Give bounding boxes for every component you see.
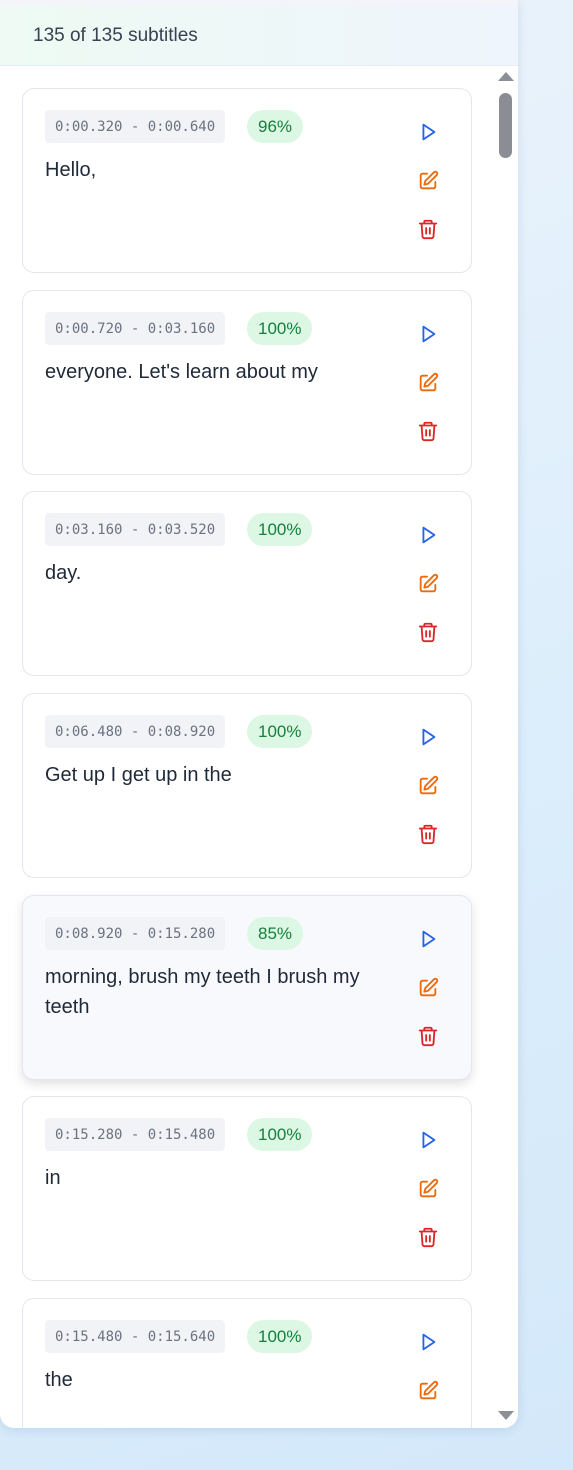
play-icon <box>422 728 436 746</box>
confidence-badge: 100% <box>247 1118 313 1151</box>
edit-button[interactable] <box>413 771 443 801</box>
play-icon <box>422 1131 436 1149</box>
play-icon <box>422 930 436 948</box>
trash-icon <box>418 824 438 845</box>
play-button[interactable] <box>413 1327 443 1357</box>
play-icon <box>422 325 436 343</box>
delete-button[interactable] <box>413 214 443 244</box>
edit-icon <box>419 372 439 392</box>
edit-button[interactable] <box>413 569 443 599</box>
timestamp-range: 0:00.720 - 0:03.160 <box>45 312 226 345</box>
subtitle-count-header: 135 of 135 subtitles <box>0 6 518 66</box>
subtitle-text: the <box>45 1369 73 1391</box>
play-button[interactable] <box>413 924 443 954</box>
subtitle-card[interactable]: 0:08.920 - 0:15.280 85% morning, brush m… <box>22 895 472 1080</box>
timestamp-range: 0:15.280 - 0:15.480 <box>45 1118 226 1151</box>
delete-button[interactable] <box>413 416 443 446</box>
scrollbar-thumb[interactable] <box>499 93 512 158</box>
subtitle-list[interactable]: 0:00.320 - 0:00.640 96% Hello, 0:00.720 … <box>0 67 496 1428</box>
edit-button[interactable] <box>413 973 443 1003</box>
edit-icon <box>419 170 439 190</box>
edit-button[interactable] <box>413 368 443 398</box>
vertical-scrollbar[interactable] <box>496 67 518 1428</box>
play-icon <box>422 526 436 544</box>
delete-button[interactable] <box>413 617 443 647</box>
subtitle-card[interactable]: 0:03.160 - 0:03.520 100% day. <box>22 491 472 676</box>
edit-icon <box>419 1380 439 1400</box>
scroll-down-arrow-icon[interactable] <box>498 1411 514 1420</box>
edit-button[interactable] <box>413 1174 443 1204</box>
trash-icon <box>418 1026 438 1047</box>
subtitle-text: Hello, <box>45 159 97 181</box>
edit-icon <box>419 977 439 997</box>
edit-icon <box>419 573 439 593</box>
play-button[interactable] <box>413 722 443 752</box>
confidence-badge: 85% <box>247 917 304 950</box>
trash-icon <box>418 1227 438 1248</box>
edit-icon <box>419 775 439 795</box>
confidence-badge: 96% <box>247 110 304 143</box>
subtitle-text: day. <box>45 562 82 584</box>
play-button[interactable] <box>413 520 443 550</box>
edit-button[interactable] <box>413 1376 443 1406</box>
confidence-badge: 100% <box>247 1320 313 1353</box>
play-button[interactable] <box>413 319 443 349</box>
delete-button[interactable] <box>413 819 443 849</box>
play-button[interactable] <box>413 1125 443 1155</box>
confidence-badge: 100% <box>247 513 313 546</box>
subtitle-text: Get up I get up in the <box>45 764 232 786</box>
play-icon <box>422 123 436 141</box>
edit-button[interactable] <box>413 166 443 196</box>
trash-icon <box>418 219 438 240</box>
subtitle-card[interactable]: 0:00.320 - 0:00.640 96% Hello, <box>22 88 472 273</box>
subtitle-card[interactable]: 0:06.480 - 0:08.920 100% Get up I get up… <box>22 693 472 878</box>
delete-button[interactable] <box>413 1222 443 1252</box>
play-button[interactable] <box>413 117 443 147</box>
scroll-up-arrow-icon[interactable] <box>498 72 514 81</box>
subtitle-card[interactable]: 0:15.480 - 0:15.640 100% the <box>22 1298 472 1428</box>
edit-icon <box>419 1178 439 1198</box>
trash-icon <box>418 622 438 643</box>
trash-icon <box>418 421 438 442</box>
subtitle-card[interactable]: 0:15.280 - 0:15.480 100% in <box>22 1096 472 1281</box>
delete-button[interactable] <box>413 1021 443 1051</box>
timestamp-range: 0:00.320 - 0:00.640 <box>45 110 226 143</box>
subtitle-card[interactable]: 0:00.720 - 0:03.160 100% everyone. Let's… <box>22 290 472 475</box>
timestamp-range: 0:15.480 - 0:15.640 <box>45 1320 226 1353</box>
timestamp-range: 0:08.920 - 0:15.280 <box>45 917 226 950</box>
subtitle-text: in <box>45 1167 61 1189</box>
timestamp-range: 0:03.160 - 0:03.520 <box>45 513 226 546</box>
subtitle-count-label: 135 of 135 subtitles <box>33 24 198 46</box>
confidence-badge: 100% <box>247 715 313 748</box>
subtitle-text: morning, brush my teeth I brush my teeth <box>45 966 360 1018</box>
subtitle-text: everyone. Let's learn about my <box>45 361 318 383</box>
delete-button[interactable] <box>413 1424 443 1428</box>
timestamp-range: 0:06.480 - 0:08.920 <box>45 715 226 748</box>
confidence-badge: 100% <box>247 312 313 345</box>
play-icon <box>422 1333 436 1351</box>
subtitle-panel: 135 of 135 subtitles 0:00.320 - 0:00.640… <box>0 0 518 1428</box>
